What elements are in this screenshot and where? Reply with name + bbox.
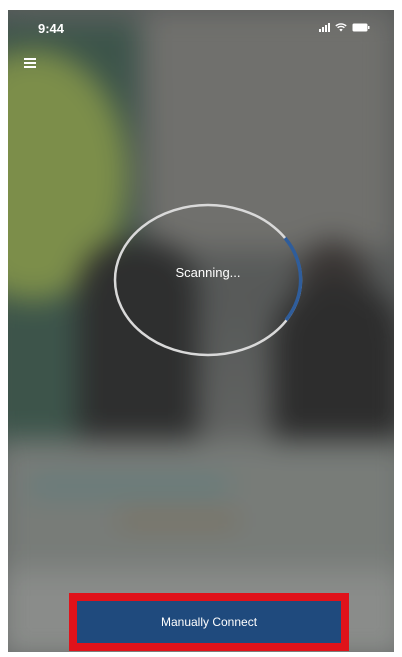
scanning-status-text: Scanning... (175, 265, 241, 280)
status-time: 9:44 (38, 21, 65, 36)
manually-connect-highlight: Manually Connect (69, 593, 349, 651)
phone-screen: 9:44 Scanning... Manually Connect (8, 10, 394, 652)
scanning-indicator: Scanning... (112, 202, 304, 358)
status-icons (319, 23, 370, 32)
wifi-icon (335, 23, 347, 32)
scan-ring-icon (113, 203, 303, 357)
signal-icon (319, 23, 330, 32)
status-bar: 9:44 (8, 10, 394, 46)
hamburger-menu-icon[interactable] (22, 56, 42, 74)
manually-connect-button[interactable]: Manually Connect (77, 601, 341, 643)
battery-icon (352, 23, 370, 32)
